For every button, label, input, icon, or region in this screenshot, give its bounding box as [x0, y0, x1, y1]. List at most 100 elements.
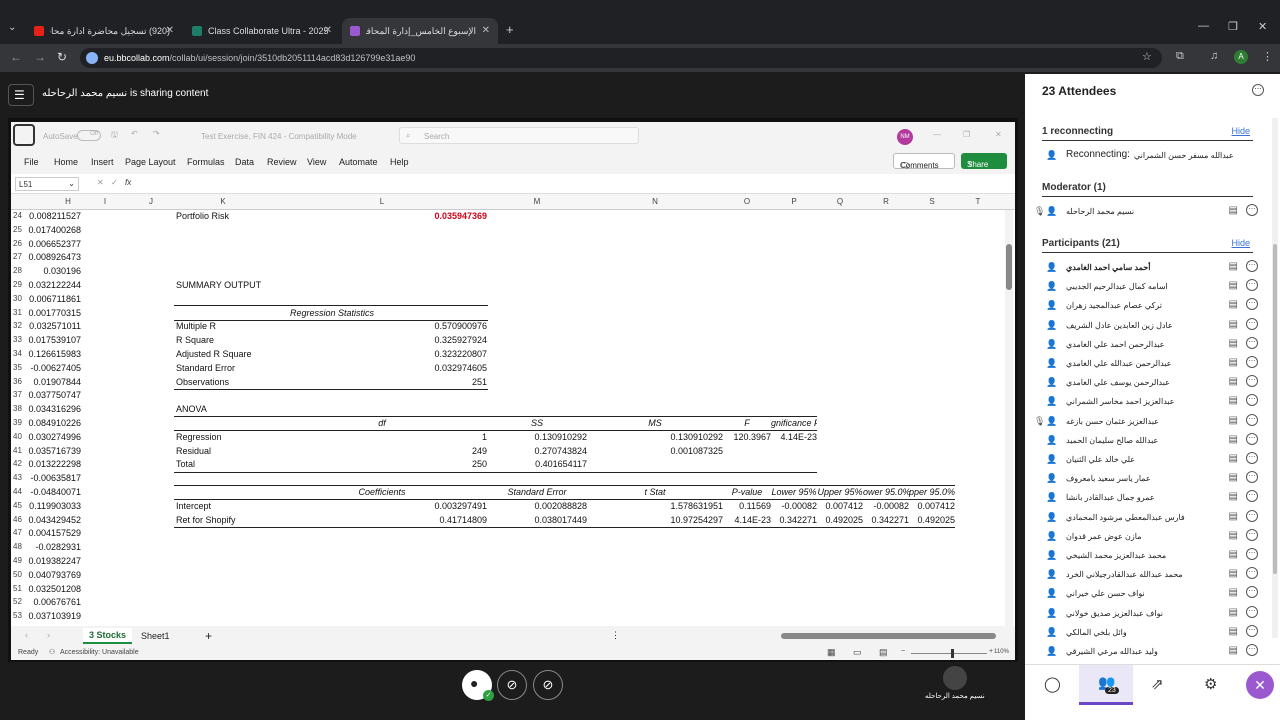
pvalue-value[interactable]: 0.11569: [723, 501, 771, 511]
participant-item[interactable]: 👤 عمار ياسر سعيد بامعروف ▤ ⋯: [1042, 469, 1258, 488]
regstat-value[interactable]: 0.032974605: [387, 363, 487, 373]
cell-h[interactable]: 0.001770315: [21, 308, 81, 318]
participant-item[interactable]: 👤 عادل زين العابدين عادل الشريف ▤ ⋯: [1042, 316, 1258, 335]
next-sheet-icon[interactable]: ›: [47, 630, 50, 640]
anova-sigf[interactable]: 4.14E-23: [771, 432, 817, 442]
coef-value[interactable]: 0.41714809: [387, 515, 487, 525]
upper950-header[interactable]: pper 95.0%: [909, 487, 955, 497]
more-options-icon[interactable]: ⋮: [611, 630, 620, 641]
more-options-icon[interactable]: ⋯: [1246, 336, 1258, 349]
enter-icon[interactable]: ✓: [111, 178, 118, 187]
regstat-value[interactable]: 0.325927924: [387, 335, 487, 345]
cell-h[interactable]: 0.017539107: [21, 335, 81, 345]
cell-h[interactable]: 0.126615983: [21, 349, 81, 359]
se-value[interactable]: 0.002088828: [487, 501, 587, 511]
participant-item[interactable]: 👤 مازن عوض عمر قدوان ▤ ⋯: [1042, 527, 1258, 546]
user-avatar[interactable]: NM: [897, 129, 913, 145]
upper950-value[interactable]: 0.007412: [909, 501, 955, 511]
browser-menu-icon[interactable]: ⋮: [1262, 50, 1273, 63]
insert-function-icon[interactable]: fx: [125, 178, 131, 187]
participant-item[interactable]: 👤 عبدالعزيز احمد مخاسر الشمراني ▤ ⋯: [1042, 392, 1258, 411]
menu-insert[interactable]: Insert: [91, 157, 114, 167]
cell-h[interactable]: 0.00676761: [21, 597, 81, 607]
cell-h[interactable]: 0.030196: [21, 266, 81, 276]
cell-h[interactable]: 0.017400268: [21, 225, 81, 235]
participant-item[interactable]: 👤 أحمد سامي احمد الغامدي ▤ ⋯: [1042, 258, 1258, 277]
regstat-label[interactable]: R Square: [176, 335, 214, 345]
browser-tab-youtube[interactable]: (920) تسجيل محاضرة ادارة محافظ ✕: [26, 18, 182, 44]
participant-item[interactable]: 👤 عبدالرحمن احمد علي الغامدي ▤ ⋯: [1042, 335, 1258, 354]
more-options-icon[interactable]: ⋯: [1246, 490, 1258, 503]
cell-h[interactable]: 0.034316296: [21, 404, 81, 414]
menu-home[interactable]: Home: [54, 157, 78, 167]
anova-ms[interactable]: 0.001087325: [587, 446, 723, 456]
new-tab-icon[interactable]: +: [506, 22, 514, 37]
more-options-icon[interactable]: ⋯: [1246, 567, 1258, 580]
settings-icon[interactable]: ⚙: [1204, 675, 1217, 693]
participant-item[interactable]: 👤 وليد عبدالله مرعي الشيرقي ▤ ⋯: [1042, 642, 1258, 661]
menu-view[interactable]: View: [307, 157, 326, 167]
menu-help[interactable]: Help: [390, 157, 409, 167]
anova-header-sigf[interactable]: gnificance F: [771, 418, 817, 428]
scrollbar-thumb[interactable]: [1273, 244, 1277, 574]
cell-h[interactable]: 0.01907844: [21, 377, 81, 387]
upper950-value[interactable]: 0.492025: [909, 515, 955, 525]
anova-df[interactable]: 1: [387, 432, 487, 442]
scrollbar-thumb[interactable]: [781, 633, 996, 639]
horizontal-scrollbar[interactable]: [631, 632, 1001, 640]
anova-row-label[interactable]: Regression: [176, 432, 222, 442]
hide-reconnecting-link[interactable]: Hide: [1231, 126, 1250, 136]
restore-icon[interactable]: ❐: [1228, 20, 1238, 33]
prev-sheet-icon[interactable]: ‹: [25, 630, 28, 640]
more-options-icon[interactable]: ⋯: [1246, 356, 1258, 368]
hide-participants-link[interactable]: Hide: [1231, 238, 1250, 248]
media-icon[interactable]: ♫: [1210, 50, 1218, 62]
cell-h[interactable]: 0.037103919: [21, 611, 81, 621]
undo-icon[interactable]: ↶: [131, 129, 138, 138]
share-button[interactable]: ⇪ Share: [961, 153, 1007, 169]
normal-view-icon[interactable]: ▦: [827, 647, 836, 658]
participant-item[interactable]: 👤 علي خالد علي الثنيان ▤ ⋯: [1042, 450, 1258, 469]
cell-h[interactable]: 0.008211527: [21, 211, 81, 221]
close-tab-icon[interactable]: ✕: [324, 25, 332, 36]
lower95-value[interactable]: 0.342271: [771, 515, 817, 525]
pvalue-header[interactable]: P-value: [723, 487, 771, 497]
tstat-value[interactable]: 1.578631951: [587, 501, 723, 511]
cell-h[interactable]: 0.032122244: [21, 280, 81, 290]
save-icon[interactable]: 🖫: [111, 129, 118, 143]
cell-h[interactable]: 0.004157529: [21, 528, 81, 538]
anova-ss[interactable]: 0.130910292: [487, 432, 587, 442]
column-header[interactable]: T: [955, 197, 1001, 206]
cell-h[interactable]: 0.084910226: [21, 418, 81, 428]
participant-item[interactable]: 👤 فارس عبدالمعطي مرشود المحمادي ▤ ⋯: [1042, 508, 1258, 527]
participant-item[interactable]: 👤 عبدالرحمن عبدالله علي الغامدي ▤ ⋯: [1042, 354, 1258, 373]
minimize-icon[interactable]: —: [933, 130, 941, 139]
more-options-icon[interactable]: ⋯: [1246, 298, 1258, 311]
more-options-icon[interactable]: ⋯: [1246, 548, 1258, 560]
participant-item[interactable]: 👤 عبدالعزيز عثمان حسن بازغه ▤ ⋯ 🎙: [1034, 412, 1258, 431]
zoom-slider[interactable]: [911, 649, 987, 658]
session-menu-button[interactable]: ☰: [8, 84, 34, 106]
minimize-icon[interactable]: —: [1198, 20, 1209, 32]
more-options-icon[interactable]: ⋯: [1246, 644, 1258, 656]
regstat-label[interactable]: Observations: [176, 377, 229, 387]
upper95-header[interactable]: Upper 95%: [817, 487, 863, 497]
cell-h[interactable]: 0.019382247: [21, 556, 81, 566]
cell-h[interactable]: 0.032501208: [21, 584, 81, 594]
zoom-level[interactable]: 110%: [994, 649, 1009, 655]
back-icon[interactable]: ←: [10, 50, 22, 64]
search-box[interactable]: ⌕ Search: [399, 127, 639, 144]
menu-page-layout[interactable]: Page Layout: [125, 157, 176, 167]
column-header[interactable]: O: [723, 197, 771, 206]
more-options-icon[interactable]: ⋯: [1246, 260, 1258, 272]
reload-icon[interactable]: ↻: [57, 50, 67, 64]
cell-h[interactable]: -0.0282931: [21, 542, 81, 552]
more-options-icon[interactable]: ⋯: [1246, 394, 1258, 407]
coef-row-label[interactable]: Intercept: [176, 501, 211, 511]
extensions-icon[interactable]: ⧉: [1176, 50, 1184, 63]
participant-item[interactable]: 👤 وائل بلخي المالكي ▤ ⋯: [1042, 623, 1258, 642]
regstat-value[interactable]: 0.570900976: [387, 321, 487, 331]
cell-h[interactable]: -0.04840071: [21, 487, 81, 497]
cell-h[interactable]: 0.040793769: [21, 570, 81, 580]
regstat-label[interactable]: Multiple R: [176, 321, 216, 331]
